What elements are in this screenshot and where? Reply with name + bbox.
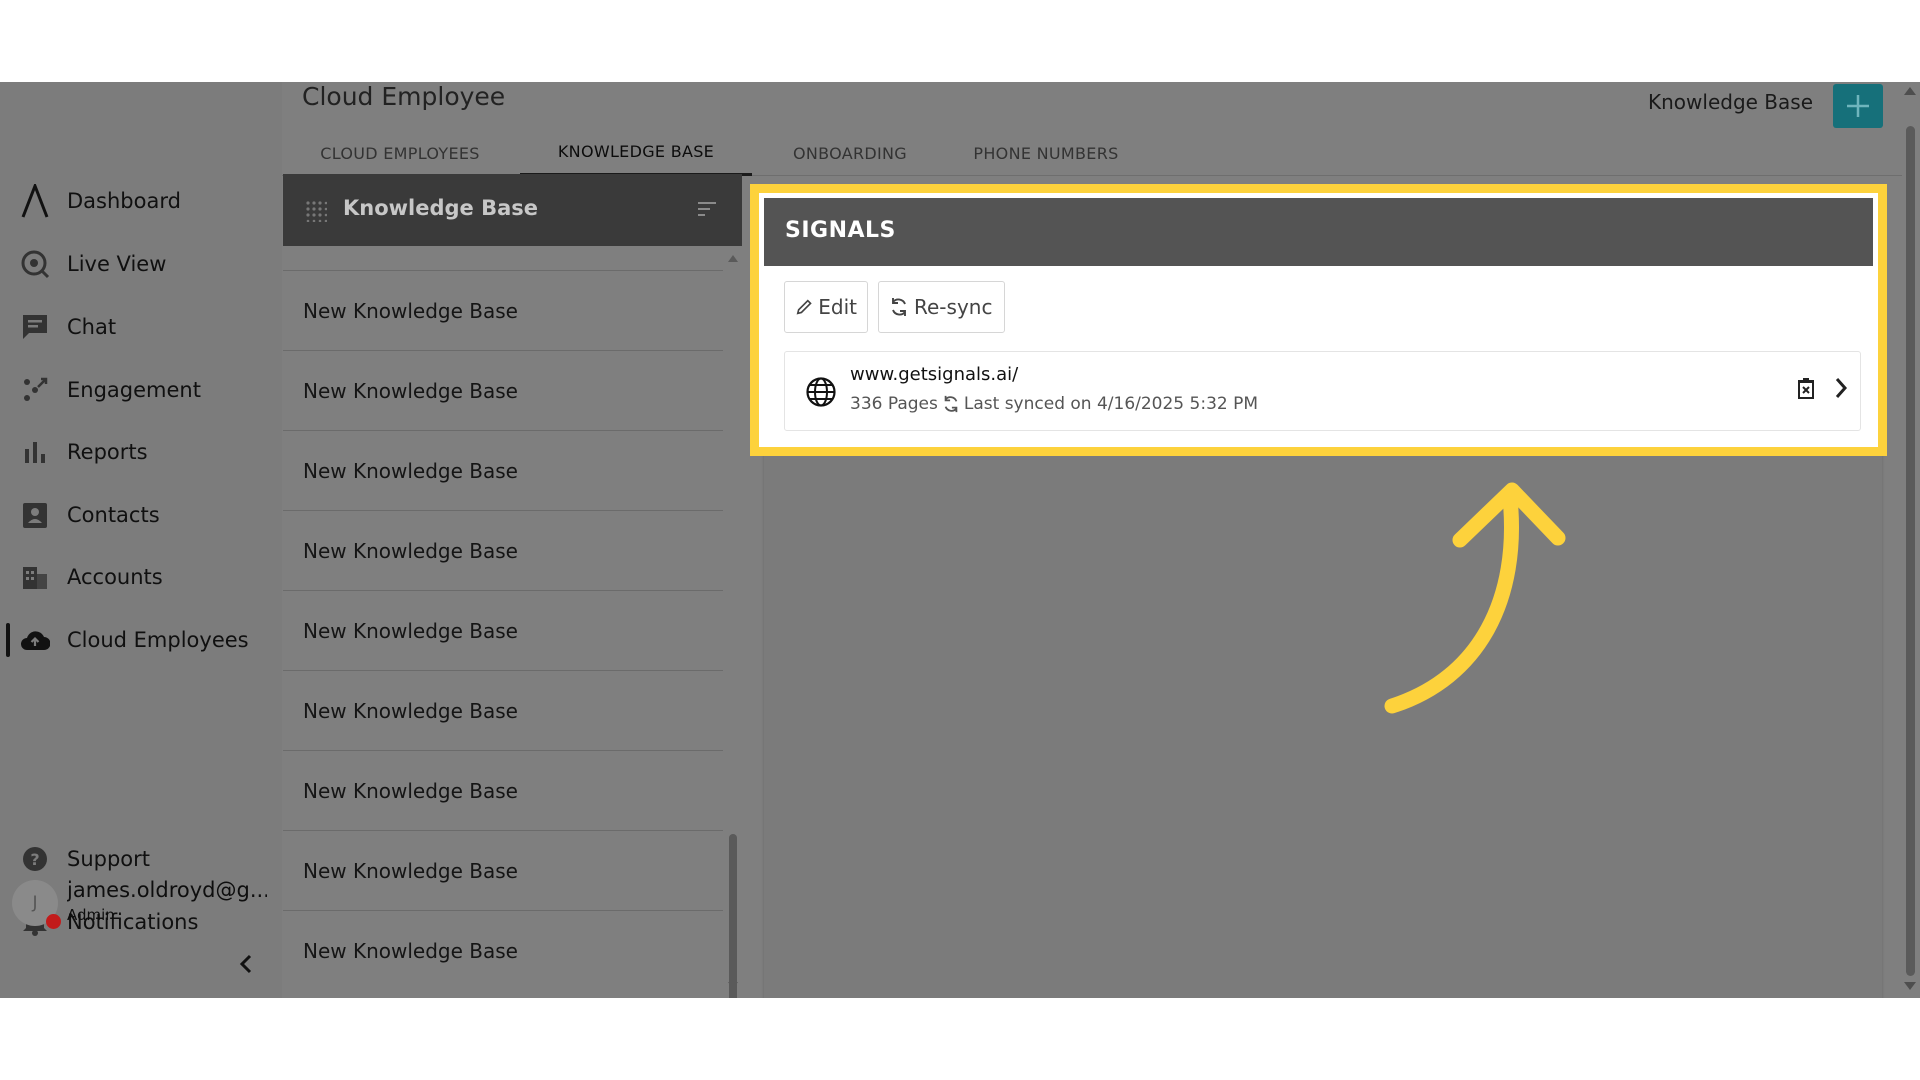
engagement-icon bbox=[20, 375, 50, 405]
chevron-right-icon bbox=[1835, 378, 1848, 398]
edit-button[interactable]: Edit bbox=[784, 281, 868, 333]
tab-knowledge-base[interactable]: KNOWLEDGE BASE bbox=[520, 130, 752, 176]
sidebar-item-label: Live View bbox=[67, 252, 167, 276]
signals-header: SIGNALS bbox=[764, 198, 1873, 266]
globe-icon bbox=[805, 376, 837, 412]
list-item[interactable]: New Knowledge Base bbox=[283, 270, 723, 350]
sync-status-icon bbox=[944, 395, 958, 413]
scroll-up-icon bbox=[728, 255, 738, 262]
resync-button[interactable]: Re-sync bbox=[878, 281, 1005, 333]
signals-title: SIGNALS bbox=[785, 218, 896, 243]
delete-icon bbox=[1798, 378, 1814, 399]
active-indicator bbox=[6, 623, 10, 657]
sidebar-item-label: Cloud Employees bbox=[67, 628, 249, 652]
logo-icon bbox=[20, 184, 50, 218]
live-view-icon bbox=[20, 249, 50, 279]
user-email: james.oldroyd@g... bbox=[67, 878, 267, 902]
list-item[interactable]: New Knowledge Base bbox=[283, 350, 723, 430]
page-scroll-thumb[interactable] bbox=[1906, 126, 1915, 976]
last-synced: Last synced on 4/16/2025 5:32 PM bbox=[963, 394, 1259, 414]
sort-icon[interactable] bbox=[697, 201, 717, 221]
list-item[interactable]: New Knowledge Base bbox=[283, 910, 723, 990]
sidebar-item-contacts[interactable]: Contacts bbox=[0, 490, 282, 540]
edit-label: Edit bbox=[818, 295, 857, 319]
cloud-icon bbox=[20, 625, 50, 655]
tab-onboarding[interactable]: ONBOARDING bbox=[750, 130, 950, 176]
sidebar-item-accounts[interactable]: Accounts bbox=[0, 552, 282, 602]
list-header: Knowledge Base bbox=[283, 174, 742, 246]
page-scrollbar[interactable] bbox=[1902, 82, 1920, 998]
knowledge-base-list: New Knowledge Base New Knowledge Base Ne… bbox=[283, 270, 723, 990]
sync-icon bbox=[892, 298, 906, 316]
source-meta: 336 Pages Last synced on 4/16/2025 5:32 … bbox=[850, 394, 1258, 414]
sidebar-item-label: Contacts bbox=[67, 503, 160, 527]
plus-icon bbox=[1847, 95, 1869, 117]
user-profile[interactable]: J james.oldroyd@g... Admin bbox=[12, 876, 272, 932]
tab-cloud-employees[interactable]: CLOUD EMPLOYEES bbox=[282, 130, 518, 176]
knowledge-base-list-panel: Knowledge Base New Knowledge Base New Kn… bbox=[283, 174, 742, 998]
app-window: Dashboard Live View Chat Engagement Repo… bbox=[0, 82, 1920, 998]
tab-bar: CLOUD EMPLOYEES KNOWLEDGE BASE ONBOARDIN… bbox=[282, 130, 1902, 176]
list-item[interactable]: New Knowledge Base bbox=[283, 430, 723, 510]
sidebar-item-label: Engagement bbox=[67, 378, 201, 402]
collapse-sidebar-button[interactable] bbox=[232, 950, 260, 978]
status-dot bbox=[46, 914, 61, 929]
list-item[interactable]: New Knowledge Base bbox=[283, 510, 723, 590]
page-title: Cloud Employee bbox=[302, 82, 506, 111]
sidebar-item-label: Accounts bbox=[67, 565, 163, 589]
delete-source-button[interactable] bbox=[1797, 378, 1815, 404]
sidebar-item-label: Reports bbox=[67, 440, 148, 464]
sidebar-item-label: Chat bbox=[67, 315, 117, 339]
accounts-icon bbox=[20, 562, 50, 592]
sidebar-item-cloud-employees[interactable]: Cloud Employees bbox=[0, 615, 282, 665]
list-item[interactable]: New Knowledge Base bbox=[283, 830, 723, 910]
scroll-down-icon bbox=[1904, 982, 1916, 990]
signals-card-highlight: SIGNALS Edit Re-sync www.getsignals.ai/ … bbox=[750, 184, 1887, 456]
list-title: Knowledge Base bbox=[343, 196, 539, 220]
scroll-down-icon bbox=[728, 982, 738, 989]
chat-icon bbox=[20, 312, 50, 342]
page-count: 336 Pages bbox=[850, 394, 938, 414]
source-url[interactable]: www.getsignals.ai/ bbox=[850, 364, 1018, 385]
svg-text:?: ? bbox=[30, 850, 39, 869]
sidebar-item-engagement[interactable]: Engagement bbox=[0, 365, 282, 415]
pencil-icon bbox=[796, 299, 812, 315]
sidebar-item-label: Support bbox=[67, 847, 151, 871]
sidebar-item-label: Dashboard bbox=[67, 189, 181, 213]
list-item[interactable]: New Knowledge Base bbox=[283, 670, 723, 750]
scroll-up-icon bbox=[1904, 87, 1916, 95]
sidebar: Dashboard Live View Chat Engagement Repo… bbox=[0, 82, 282, 998]
sidebar-item-live-view[interactable]: Live View bbox=[0, 239, 282, 289]
source-item[interactable]: www.getsignals.ai/ 336 Pages Last synced… bbox=[784, 351, 1861, 431]
add-knowledge-base-button[interactable] bbox=[1833, 84, 1883, 128]
scroll-thumb[interactable] bbox=[729, 834, 737, 998]
user-role: Admin bbox=[67, 906, 115, 924]
contacts-icon bbox=[20, 500, 50, 530]
drag-grid-icon bbox=[305, 200, 328, 226]
section-label: Knowledge Base bbox=[1648, 90, 1813, 114]
sidebar-item-reports[interactable]: Reports bbox=[0, 427, 282, 477]
tab-phone-numbers[interactable]: PHONE NUMBERS bbox=[948, 130, 1144, 176]
sidebar-item-chat[interactable]: Chat bbox=[0, 302, 282, 352]
reports-icon bbox=[20, 437, 50, 467]
detail-panel bbox=[764, 368, 1882, 998]
chevron-left-icon bbox=[239, 954, 252, 974]
annotation-arrow-icon bbox=[1384, 482, 1566, 714]
help-icon: ? bbox=[20, 844, 50, 874]
list-scrollbar[interactable] bbox=[727, 254, 739, 998]
open-source-button[interactable] bbox=[1833, 376, 1849, 404]
list-item[interactable]: New Knowledge Base bbox=[283, 590, 723, 670]
list-item[interactable]: New Knowledge Base bbox=[283, 750, 723, 830]
sidebar-item-dashboard[interactable]: Dashboard bbox=[0, 176, 282, 226]
resync-label: Re-sync bbox=[914, 295, 993, 319]
